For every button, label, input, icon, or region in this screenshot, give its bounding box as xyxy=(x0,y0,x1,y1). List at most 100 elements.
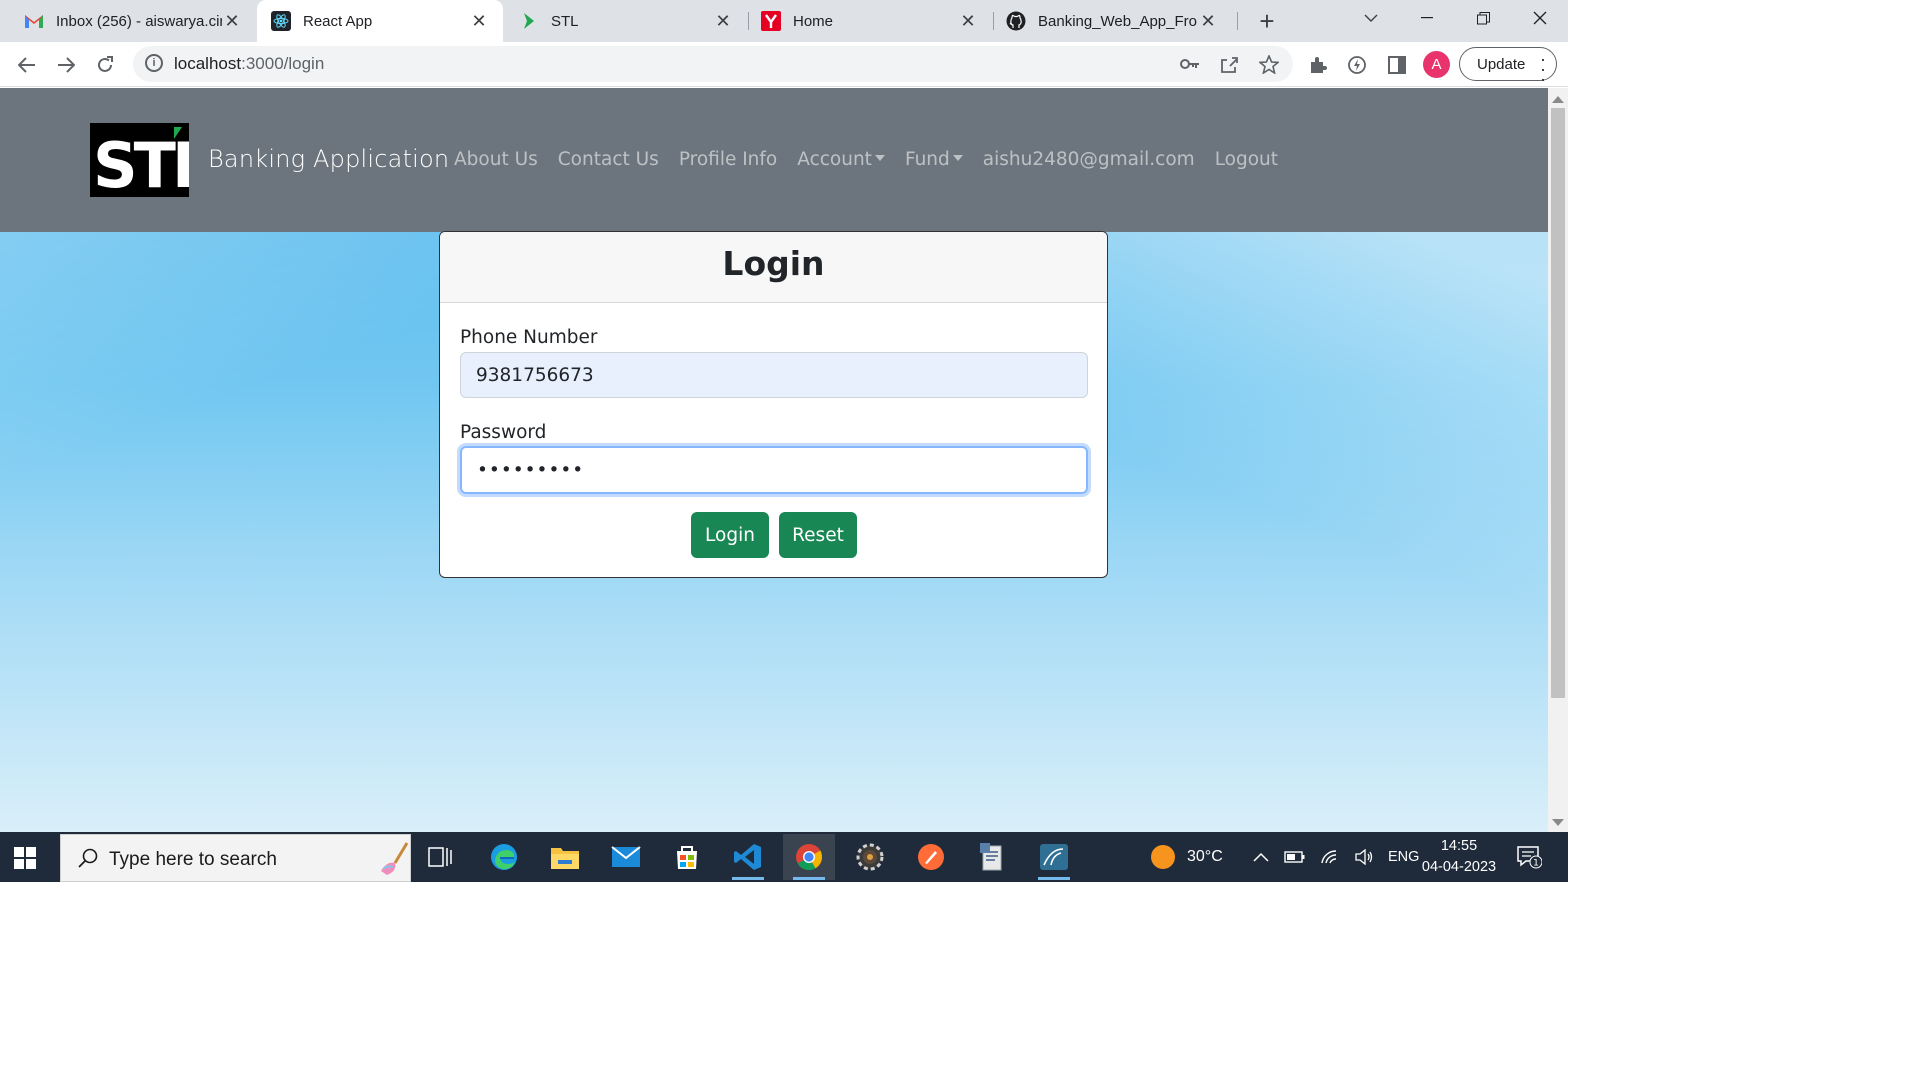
window-close-icon[interactable] xyxy=(1516,0,1564,36)
browser-tab-bar: Inbox (256) - aiswarya.cin ✕ React App ✕… xyxy=(0,0,1568,42)
reload-icon[interactable] xyxy=(90,50,120,80)
close-icon[interactable]: ✕ xyxy=(222,11,242,32)
menu-dots-icon[interactable]: · · · xyxy=(1540,50,1546,88)
document-editor-icon[interactable] xyxy=(967,834,1019,880)
settings-gear-icon[interactable] xyxy=(844,834,896,880)
react-icon xyxy=(271,11,291,31)
tab-separator xyxy=(1237,12,1238,30)
share-icon[interactable] xyxy=(1217,51,1243,77)
tab-title: STL xyxy=(551,12,579,30)
chrome-icon[interactable] xyxy=(783,834,835,880)
search-placeholder: Type here to search xyxy=(109,849,277,870)
tab-stl[interactable]: STL ✕ xyxy=(505,0,747,42)
scroll-down-icon[interactable] xyxy=(1552,819,1564,826)
stl-logo[interactable]: STL xyxy=(90,123,214,202)
gmail-icon xyxy=(24,11,44,31)
clock-time: 14:55 xyxy=(1440,838,1478,854)
app-navbar: STL Banking Application About Us Contact… xyxy=(0,88,1548,232)
phone-label: Phone Number xyxy=(460,327,598,348)
volume-icon[interactable] xyxy=(1354,849,1374,865)
close-icon[interactable]: ✕ xyxy=(1198,11,1218,32)
system-tray: ENG xyxy=(1252,832,1419,882)
tab-search-icon[interactable] xyxy=(1347,0,1395,36)
close-icon[interactable]: ✕ xyxy=(469,11,489,32)
nav-account-dropdown[interactable]: Account xyxy=(797,149,885,170)
chevron-up-icon[interactable] xyxy=(1252,851,1270,863)
mysql-workbench-icon[interactable] xyxy=(1028,834,1080,880)
nav-logout[interactable]: Logout xyxy=(1215,149,1278,170)
y-icon xyxy=(761,11,781,31)
sun-icon xyxy=(1151,845,1175,869)
key-icon[interactable] xyxy=(1177,51,1203,77)
logo-text: STL xyxy=(93,129,189,197)
weather-widget[interactable]: 30°C xyxy=(1151,832,1223,882)
windows-taskbar: Type here to search 30°C ENG 14:55 04-04… xyxy=(0,832,1568,882)
windows-start-icon[interactable] xyxy=(14,847,36,869)
minimize-icon[interactable] xyxy=(1403,0,1451,36)
postman-icon[interactable] xyxy=(905,834,957,880)
battery-icon[interactable] xyxy=(1284,850,1306,864)
nav-user-email[interactable]: aishu2480@gmail.com xyxy=(983,149,1195,170)
update-button[interactable]: Update · · · xyxy=(1459,47,1557,88)
tab-title: Inbox (256) - aiswarya.cin xyxy=(56,12,222,30)
notification-count: 1 xyxy=(1533,859,1539,869)
tab-title: Banking_Web_App_Fronte xyxy=(1038,12,1198,30)
address-bar[interactable]: i localhost:3000/login xyxy=(133,46,1293,82)
password-label: Password xyxy=(460,422,547,443)
search-highlight-icon xyxy=(381,842,409,875)
nav-fund-label: Fund xyxy=(904,149,950,170)
microsoft-store-icon[interactable] xyxy=(661,834,713,880)
tab-github[interactable]: Banking_Web_App_Fronte ✕ xyxy=(994,0,1232,42)
side-panel-icon[interactable] xyxy=(1384,52,1410,78)
restore-icon[interactable] xyxy=(1459,0,1507,36)
edge-icon[interactable] xyxy=(478,834,530,880)
vscode-icon[interactable] xyxy=(722,834,774,880)
login-button[interactable]: Login xyxy=(691,512,769,558)
nav-contact-us[interactable]: Contact Us xyxy=(558,149,659,170)
tab-title: React App xyxy=(303,12,373,30)
nav-about-us[interactable]: About Us xyxy=(454,149,538,170)
nav-account-label: Account xyxy=(797,149,872,170)
caret-down-icon xyxy=(952,155,963,161)
nav-profile-info[interactable]: Profile Info xyxy=(679,149,777,170)
stl-icon xyxy=(519,11,539,31)
performance-icon[interactable] xyxy=(1344,52,1370,78)
phone-input[interactable]: 9381756673 xyxy=(460,352,1088,398)
forward-icon[interactable] xyxy=(51,50,81,80)
profile-avatar[interactable]: A xyxy=(1423,51,1450,78)
wifi-icon[interactable] xyxy=(1320,849,1340,865)
page-scrollbar[interactable] xyxy=(1548,88,1568,832)
url-text: localhost:3000/login xyxy=(174,54,324,74)
notification-icon[interactable]: 1 xyxy=(1516,845,1542,869)
task-view-icon[interactable] xyxy=(414,834,466,880)
page-viewport: STL Banking Application About Us Contact… xyxy=(0,88,1548,832)
brand-title[interactable]: Banking Application xyxy=(208,145,449,173)
reset-button[interactable]: Reset xyxy=(779,512,857,558)
mail-icon[interactable] xyxy=(600,834,652,880)
caret-down-icon xyxy=(874,155,885,161)
nav-fund-dropdown[interactable]: Fund xyxy=(905,149,963,170)
tab-react-app[interactable]: React App ✕ xyxy=(257,0,503,42)
login-card: Login Phone Number 9381756673 Password •… xyxy=(439,231,1108,578)
bookmark-star-icon[interactable] xyxy=(1256,51,1282,77)
nav-links: About Us Contact Us Profile Info Account… xyxy=(454,149,1278,170)
scroll-up-icon[interactable] xyxy=(1552,96,1564,103)
temperature-text: 30°C xyxy=(1187,848,1223,865)
close-icon[interactable]: ✕ xyxy=(713,11,733,32)
file-explorer-icon[interactable] xyxy=(539,834,591,880)
taskbar-search[interactable]: Type here to search xyxy=(60,834,411,882)
tab-home[interactable]: Home ✕ xyxy=(749,0,992,42)
update-label: Update xyxy=(1477,55,1526,73)
url-host: localhost xyxy=(174,54,242,73)
close-icon[interactable]: ✕ xyxy=(958,11,978,32)
tab-gmail[interactable]: Inbox (256) - aiswarya.cin ✕ xyxy=(0,0,256,42)
clock[interactable]: 14:55 04-04-2023 xyxy=(1410,836,1508,878)
password-input[interactable]: ••••••••• xyxy=(460,446,1088,494)
browser-toolbar: i localhost:3000/login A Update · · · xyxy=(0,42,1568,88)
tab-title: Home xyxy=(793,12,834,30)
new-tab-button[interactable]: + xyxy=(1253,6,1281,37)
scroll-thumb[interactable] xyxy=(1551,108,1565,698)
back-icon[interactable] xyxy=(12,50,42,80)
site-info-icon[interactable]: i xyxy=(145,54,163,72)
extensions-icon[interactable] xyxy=(1305,52,1331,78)
